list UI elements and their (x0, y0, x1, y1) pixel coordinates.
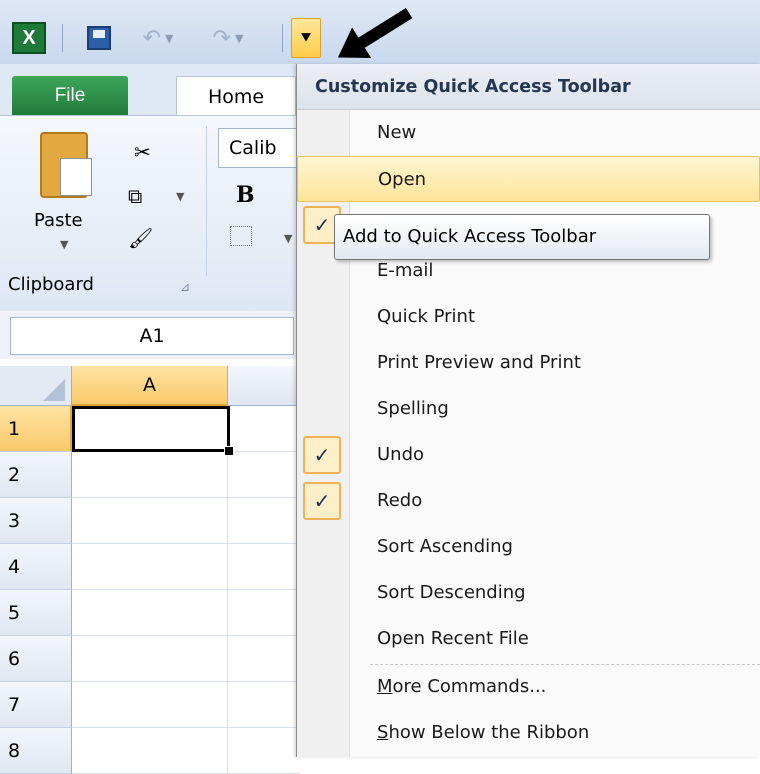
menu-item-redo[interactable]: ✓ Redo (297, 478, 760, 524)
column-header-a[interactable]: A (72, 366, 228, 406)
clipboard-group-label: Clipboard (8, 274, 94, 295)
menu-item-quick-print[interactable]: Quick Print (297, 294, 760, 340)
undo-icon: ↶ (142, 25, 161, 51)
row-header[interactable]: 2 (0, 452, 72, 498)
tooltip: Add to Quick Access Toolbar (334, 214, 710, 260)
menu-item-show-below-ribbon[interactable]: Show Below the Ribbon (297, 710, 760, 756)
row-header[interactable]: 8 (0, 728, 72, 774)
bold-button[interactable]: B (236, 182, 255, 208)
tab-home[interactable]: Home (176, 76, 296, 116)
redo-icon: ↷ (212, 25, 231, 51)
menu-item-label: Print Preview and Print (377, 352, 581, 373)
menu-item-label: Quick Print (377, 306, 476, 327)
save-button[interactable] (84, 22, 114, 54)
menu-item-label: Undo (377, 444, 425, 465)
menu-item-new[interactable]: New (297, 110, 760, 156)
active-cell[interactable] (72, 406, 230, 452)
checkmark-icon: ✓ (303, 436, 341, 474)
save-icon (87, 26, 111, 50)
customize-qat-button[interactable]: ⯆ (291, 18, 321, 58)
borders-icon[interactable] (230, 226, 252, 246)
row-header[interactable]: 4 (0, 544, 72, 590)
menu-item-sort-descending[interactable]: Sort Descending (297, 570, 760, 616)
menu-item-label: Sort Ascending (377, 536, 513, 557)
font-name-input[interactable]: Calib (218, 128, 298, 168)
tab-file[interactable]: File (12, 76, 128, 116)
chevron-down-icon: ▼ (234, 31, 244, 45)
paste-label: Paste (34, 210, 83, 231)
ribbon-group-separator (206, 126, 207, 276)
name-box[interactable]: A1 (10, 317, 294, 355)
column-header[interactable] (228, 366, 300, 406)
toolbar-separator (62, 24, 63, 52)
redo-button[interactable]: ↷ ▼ (204, 22, 252, 54)
fill-handle[interactable] (224, 446, 234, 456)
checkmark-icon: ✓ (303, 482, 341, 520)
menu-item-label: New (377, 122, 417, 143)
cut-icon[interactable]: ✂ (134, 140, 151, 164)
cell-row[interactable] (72, 544, 300, 590)
paste-button[interactable]: Paste ▼ (34, 132, 104, 260)
select-all-corner[interactable] (0, 366, 72, 406)
chevron-down-icon[interactable]: ▼ (176, 190, 184, 203)
cell-row[interactable] (72, 682, 300, 728)
menu-item-open[interactable]: Open (297, 156, 760, 202)
menu-item-undo[interactable]: ✓ Undo (297, 432, 760, 478)
menu-item-print-preview-and-print[interactable]: Print Preview and Print (297, 340, 760, 386)
cell-row[interactable] (72, 636, 300, 682)
menu-item-label: Redo (377, 490, 423, 511)
dialog-launcher-icon[interactable]: ⊿ (180, 280, 190, 294)
row-header[interactable]: 5 (0, 590, 72, 636)
row-header[interactable]: 6 (0, 636, 72, 682)
undo-button[interactable]: ↶ ▼ (134, 22, 182, 54)
excel-logo-icon[interactable]: X (12, 22, 46, 54)
row-header[interactable]: 7 (0, 682, 72, 728)
menu-item-label: More Commands... (377, 676, 547, 697)
row-header[interactable]: 1 (0, 406, 72, 452)
chevron-down-icon: ▼ (164, 31, 174, 45)
menu-item-label: Show Below the Ribbon (377, 722, 590, 743)
cell-row[interactable] (72, 452, 300, 498)
chevron-down-icon: ▼ (60, 238, 69, 251)
cell-row[interactable] (72, 590, 300, 636)
menu-item-label: Open Recent File (377, 628, 529, 649)
row-header[interactable]: 3 (0, 498, 72, 544)
toolbar-separator (282, 24, 283, 52)
copy-icon[interactable]: ⧉ (128, 184, 142, 208)
menu-item-label: Open (378, 169, 427, 190)
menu-item-sort-ascending[interactable]: Sort Ascending (297, 524, 760, 570)
menu-item-spelling[interactable]: Spelling (297, 386, 760, 432)
format-painter-icon[interactable]: 🖌 (128, 226, 153, 250)
menu-title: Customize Quick Access Toolbar (297, 64, 760, 110)
menu-item-label: Sort Descending (377, 582, 526, 603)
menu-item-more-commands[interactable]: More Commands... (297, 664, 760, 710)
customize-arrow-icon: ⯆ (299, 28, 313, 47)
cell-row[interactable] (72, 498, 300, 544)
cell-row[interactable] (72, 728, 300, 774)
menu-item-open-recent-file[interactable]: Open Recent File (297, 616, 760, 662)
chevron-down-icon[interactable]: ▼ (284, 232, 292, 245)
clipboard-icon (40, 132, 92, 198)
menu-item-label: Spelling (377, 398, 449, 419)
